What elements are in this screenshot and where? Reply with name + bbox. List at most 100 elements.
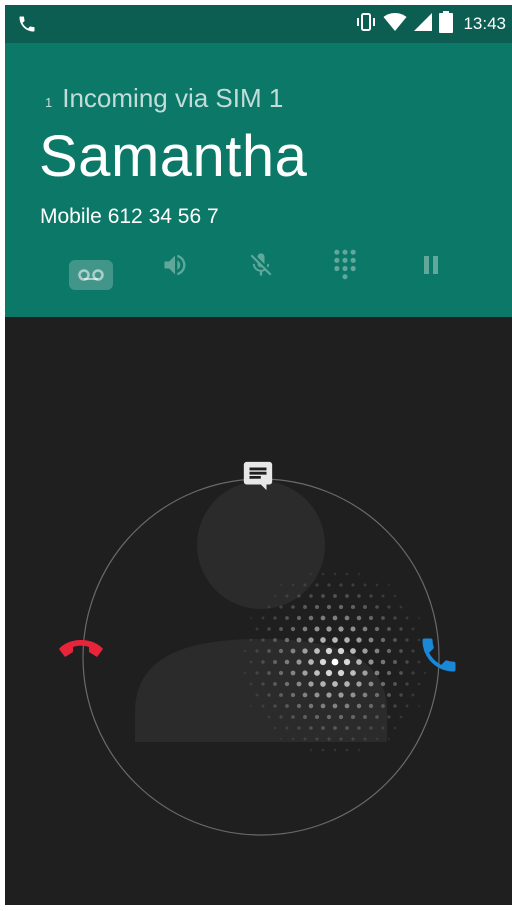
halo-dot [272, 659, 278, 665]
halo-dot [303, 737, 307, 741]
halo-dot [327, 737, 331, 741]
halo-dot [374, 648, 380, 654]
halo-dot [279, 693, 283, 697]
halo-dot [351, 583, 355, 587]
halo-dot [375, 605, 379, 609]
halo-dot [356, 703, 362, 709]
halo-dot [302, 648, 308, 654]
glowpad-ring [82, 478, 440, 836]
halo-dot [345, 748, 349, 752]
halo-dot [350, 692, 356, 698]
halo-dot [411, 671, 415, 675]
halo-dot [267, 671, 271, 675]
halo-dot [363, 715, 367, 719]
halo-dot [278, 648, 284, 654]
halo-dot [314, 604, 320, 610]
halo-dot [273, 616, 277, 620]
voicemail-button[interactable] [67, 237, 115, 297]
sim-indicator: 1 Incoming via SIM 1 [45, 83, 283, 114]
halo-dot [321, 726, 325, 730]
halo-dot [380, 637, 386, 643]
halo-dot [338, 692, 344, 698]
halo-dot [350, 670, 356, 676]
halo-dot [381, 726, 385, 730]
halo-dot [362, 692, 368, 698]
halo-dot [309, 572, 313, 576]
halo-dot [296, 703, 302, 709]
halo-dot [314, 692, 320, 698]
halo-dot [338, 604, 344, 610]
halo-dot [374, 670, 380, 676]
halo-dot [249, 616, 253, 620]
halo-dot [375, 583, 379, 587]
halo-dot [333, 748, 337, 752]
halo-dot [405, 616, 409, 620]
halo-dot [350, 714, 356, 720]
halo-dot [267, 715, 271, 719]
halo-dot [356, 615, 362, 621]
halo-dot [338, 714, 344, 720]
halo-dot [261, 682, 265, 686]
halo-dot [308, 615, 314, 621]
halo-dot [380, 659, 386, 665]
answer-glowpad-area[interactable] [5, 317, 512, 905]
battery-icon [439, 10, 454, 38]
mute-button[interactable] [241, 237, 281, 297]
halo-dot [343, 658, 351, 666]
message-icon[interactable] [241, 459, 275, 498]
halo-dot [344, 615, 350, 621]
halo-dot [291, 737, 295, 741]
halo-dot [321, 594, 325, 598]
halo-dot [326, 714, 332, 720]
halo-dot [303, 583, 307, 587]
halo-dot [332, 615, 338, 621]
dialpad-button[interactable] [325, 237, 365, 297]
halo-dot [296, 659, 302, 665]
speaker-button[interactable] [155, 237, 195, 297]
halo-dot [243, 671, 247, 675]
halo-dot [363, 605, 367, 609]
halo-dot [387, 605, 391, 609]
halo-dot [393, 594, 397, 598]
halo-dot [399, 671, 403, 675]
halo-dot [249, 704, 253, 708]
halo-dot [321, 572, 325, 576]
halo-dot [357, 748, 361, 752]
caller-number: Mobile 612 34 56 7 [40, 205, 219, 228]
halo-dot [374, 626, 380, 632]
voicemail-icon [69, 260, 113, 290]
halo-dot [308, 703, 314, 709]
halo-dot [417, 704, 421, 708]
halo-dot [291, 605, 295, 609]
halo-dot [279, 715, 283, 719]
halo-dot [325, 669, 333, 677]
halo-dot [350, 604, 356, 610]
halo-dot [303, 715, 307, 719]
hold-button[interactable] [411, 237, 451, 297]
halo-dot [255, 671, 259, 675]
halo-dot [393, 638, 397, 642]
decline-call-icon[interactable] [57, 637, 105, 672]
halo-dot [326, 626, 332, 632]
halo-dot [261, 638, 265, 642]
halo-dot [320, 637, 326, 643]
mute-icon [247, 251, 275, 284]
halo-dot [332, 703, 338, 709]
halo-dot [273, 704, 277, 708]
halo-dot [381, 594, 385, 598]
halo-dot [284, 659, 290, 665]
halo-dot [405, 682, 409, 686]
halo-dot [363, 737, 367, 741]
halo-dot [261, 660, 265, 664]
halo-dot [333, 572, 337, 576]
halo-dot [344, 703, 350, 709]
halo-dot [411, 693, 415, 697]
halo-dot [302, 626, 308, 632]
halo-dot [285, 704, 289, 708]
answer-call-icon[interactable] [417, 633, 461, 682]
wifi-icon [383, 12, 407, 37]
halo-dot [273, 726, 277, 730]
halo-dot [279, 737, 283, 741]
halo-dot [350, 626, 356, 632]
halo-dot [325, 647, 333, 655]
